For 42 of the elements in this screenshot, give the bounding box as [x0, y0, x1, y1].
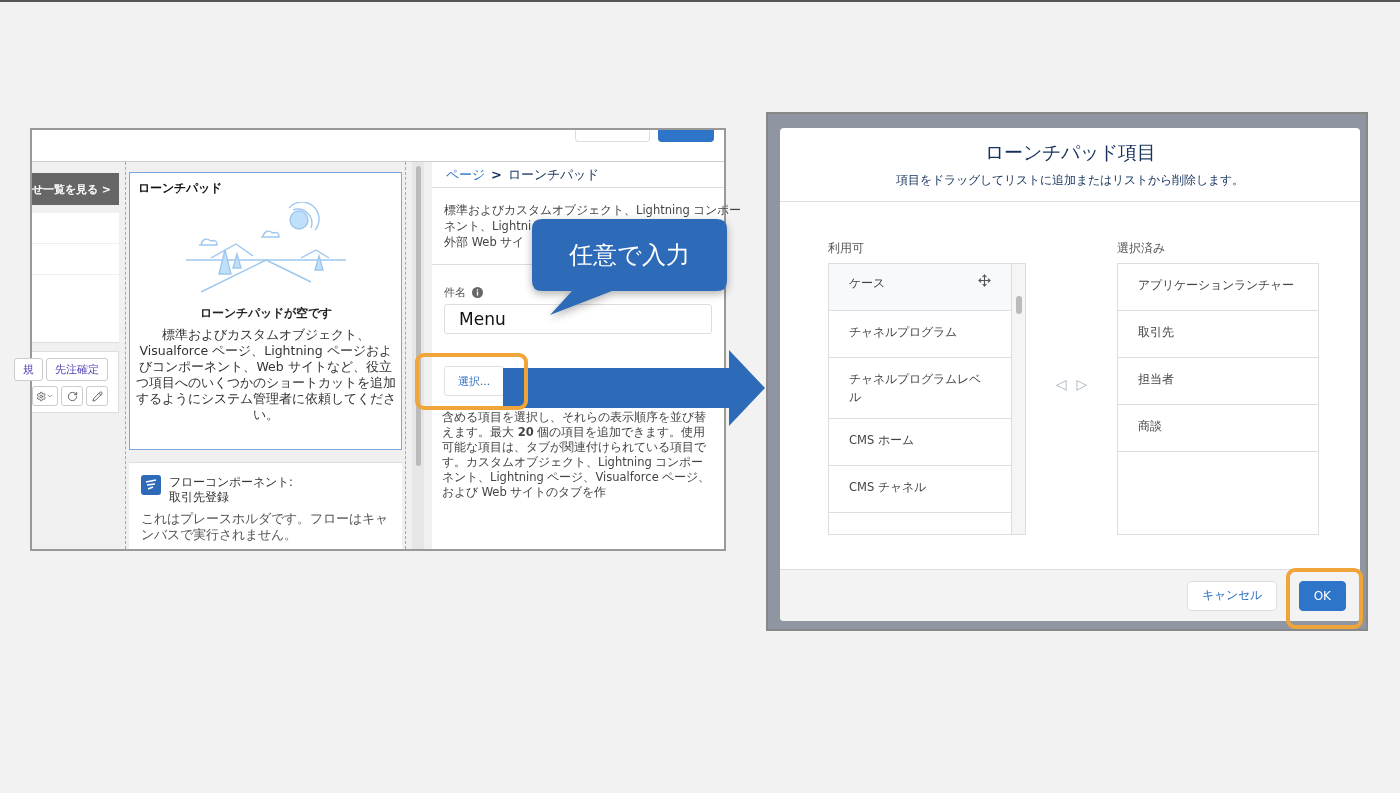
flow-name: 取引先登録: [169, 490, 230, 505]
caret-icon: [46, 392, 54, 400]
cancel-button[interactable]: キャンセル: [1186, 580, 1277, 611]
info-icon: [472, 287, 483, 298]
select-button[interactable]: 選択...: [444, 366, 504, 396]
action-button[interactable]: 先注確定: [46, 358, 108, 381]
save-button[interactable]: [658, 130, 714, 142]
description-line: ネント、Lightni: [444, 218, 532, 234]
list-item[interactable]: ケース: [829, 264, 1011, 311]
ok-button[interactable]: OK: [1298, 580, 1346, 611]
list-label: 利用可: [828, 240, 865, 257]
breadcrumb-link[interactable]: ページ: [446, 165, 485, 184]
breadcrumb-current: ローンチパッド: [507, 165, 599, 184]
help-text: 含める項目を選択し、それらの表示順序を並び替えます。最大 20 個の項目を追加できます。使用可能な項目は、タブが関連付けられている項目です。カスタムオブジェクト、Lightning コンポーネント、Lightning ページ、Visualforce ページ、および Web サイトのタブを作: [441, 409, 712, 501]
subject-field[interactable]: Menu: [444, 304, 712, 334]
dialog-title: ローンチパッド項目: [984, 140, 1156, 165]
scrollbar[interactable]: [1011, 264, 1025, 534]
toolbar-button[interactable]: [575, 130, 650, 142]
field-label: 件名: [444, 285, 466, 300]
breadcrumb-separator: >: [491, 167, 502, 182]
scrollbar[interactable]: [412, 162, 424, 549]
flow-placeholder-text: これはプレースホルダです。フローはキャンバスで実行されません。: [141, 511, 389, 543]
empty-message: 標準およびカスタムオブジェクト、Visualforce ページ、Lightning ページおよびコンポーネント、Web サイトなど、役立つ項目へのいくつかのショートカットを追加するようにシステム管理者に依頼してください。: [134, 327, 397, 423]
pencil-icon: [91, 390, 103, 402]
list-link[interactable]: せ一覧を見る >: [32, 173, 119, 205]
gear-icon: [36, 390, 47, 402]
callout-text: 任意で入力: [569, 240, 690, 271]
card-title: ローンチパッド: [138, 181, 222, 196]
action-button[interactable]: 規: [14, 358, 43, 381]
refresh-button[interactable]: [61, 386, 83, 406]
dialog-subtitle: 項目をドラッグしてリストに追加またはリストから削除します。: [896, 172, 1244, 189]
description-line: 標準およびカスタムオブジェクト、Lightning コンポー: [444, 202, 742, 218]
empty-title: ローンチパッドが空です: [199, 306, 332, 321]
edit-button[interactable]: [86, 386, 108, 406]
list-label: 選択済み: [1117, 240, 1166, 257]
arrow-icon: [503, 350, 765, 426]
refresh-icon: [66, 390, 78, 402]
description-line: 外部 Web サイ: [444, 234, 525, 250]
move-icon: [978, 274, 991, 287]
flow-title: フローコンポーネント:: [169, 475, 293, 490]
flow-icon: [141, 475, 161, 495]
settings-menu-button[interactable]: [32, 386, 58, 406]
